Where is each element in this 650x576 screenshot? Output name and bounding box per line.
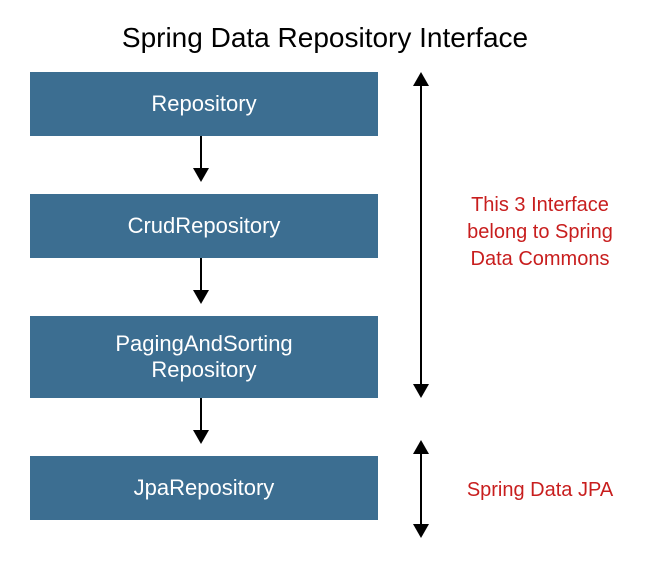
bracket-data-jpa xyxy=(420,442,422,536)
arrowhead-down-icon xyxy=(413,384,429,398)
arrowhead-up-icon xyxy=(413,72,429,86)
box-paging-line1: PagingAndSorting xyxy=(115,331,292,356)
arrow-repository-to-crud xyxy=(200,136,202,180)
box-jpa-repository: JpaRepository xyxy=(30,456,378,520)
box-jpa-label: JpaRepository xyxy=(134,475,275,501)
box-crud-repository: CrudRepository xyxy=(30,194,378,258)
arrow-crud-to-paging xyxy=(200,258,202,302)
box-crud-label: CrudRepository xyxy=(128,213,281,239)
box-paging-label: PagingAndSorting Repository xyxy=(115,331,292,384)
diagram-title: Spring Data Repository Interface xyxy=(0,0,650,72)
arrowhead-down-icon xyxy=(413,524,429,538)
annotation-data-commons: This 3 Interface belong to Spring Data C… xyxy=(450,192,630,273)
box-paging-sorting-repository: PagingAndSorting Repository xyxy=(30,316,378,398)
diagram-canvas: Repository CrudRepository PagingAndSorti… xyxy=(0,72,650,572)
box-repository: Repository xyxy=(30,72,378,136)
annotation-commons-line2: belong to Spring xyxy=(467,221,613,243)
bracket-data-commons xyxy=(420,74,422,396)
annotation-commons-line1: This 3 Interface xyxy=(471,194,609,216)
annotation-data-jpa: Spring Data JPA xyxy=(450,477,630,504)
box-repository-label: Repository xyxy=(151,91,256,117)
arrowhead-up-icon xyxy=(413,440,429,454)
box-paging-line2: Repository xyxy=(151,357,256,382)
annotation-commons-line3: Data Commons xyxy=(471,248,610,270)
arrow-paging-to-jpa xyxy=(200,398,202,442)
